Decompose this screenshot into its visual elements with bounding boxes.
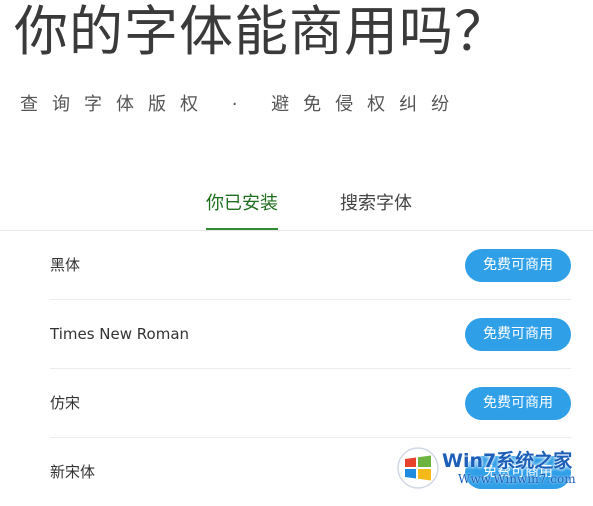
watermark: Win7系统之家 Www.Winwin7.com: [396, 444, 590, 492]
font-name: Times New Roman: [50, 325, 190, 343]
page-subtitle: 查询字体版权 · 避免侵权纠纷: [20, 94, 464, 115]
license-status-button[interactable]: 免费可商用: [465, 318, 571, 351]
list-item: Times New Roman 免费可商用: [50, 300, 571, 369]
font-name: 仿宋: [50, 394, 81, 412]
list-item: 黑体 免费可商用: [50, 231, 571, 300]
tab-search-fonts[interactable]: 搜索字体: [340, 186, 412, 228]
font-name: 新宋体: [50, 463, 96, 481]
license-status-button[interactable]: 免费可商用: [465, 387, 571, 420]
watermark-url: Www.Winwin7.com: [458, 472, 576, 486]
font-name: 黑体: [50, 256, 81, 274]
tab-bar: 你已安装 搜索字体: [0, 186, 593, 230]
windows-logo-icon: [397, 447, 439, 489]
list-item: 仿宋 免费可商用: [50, 369, 571, 438]
license-status-button[interactable]: 免费可商用: [465, 249, 571, 282]
watermark-brand: Win7系统之家: [442, 450, 573, 472]
page-title: 你的字体能商用吗？: [14, 0, 509, 63]
tab-installed-fonts[interactable]: 你已安装: [206, 186, 278, 230]
